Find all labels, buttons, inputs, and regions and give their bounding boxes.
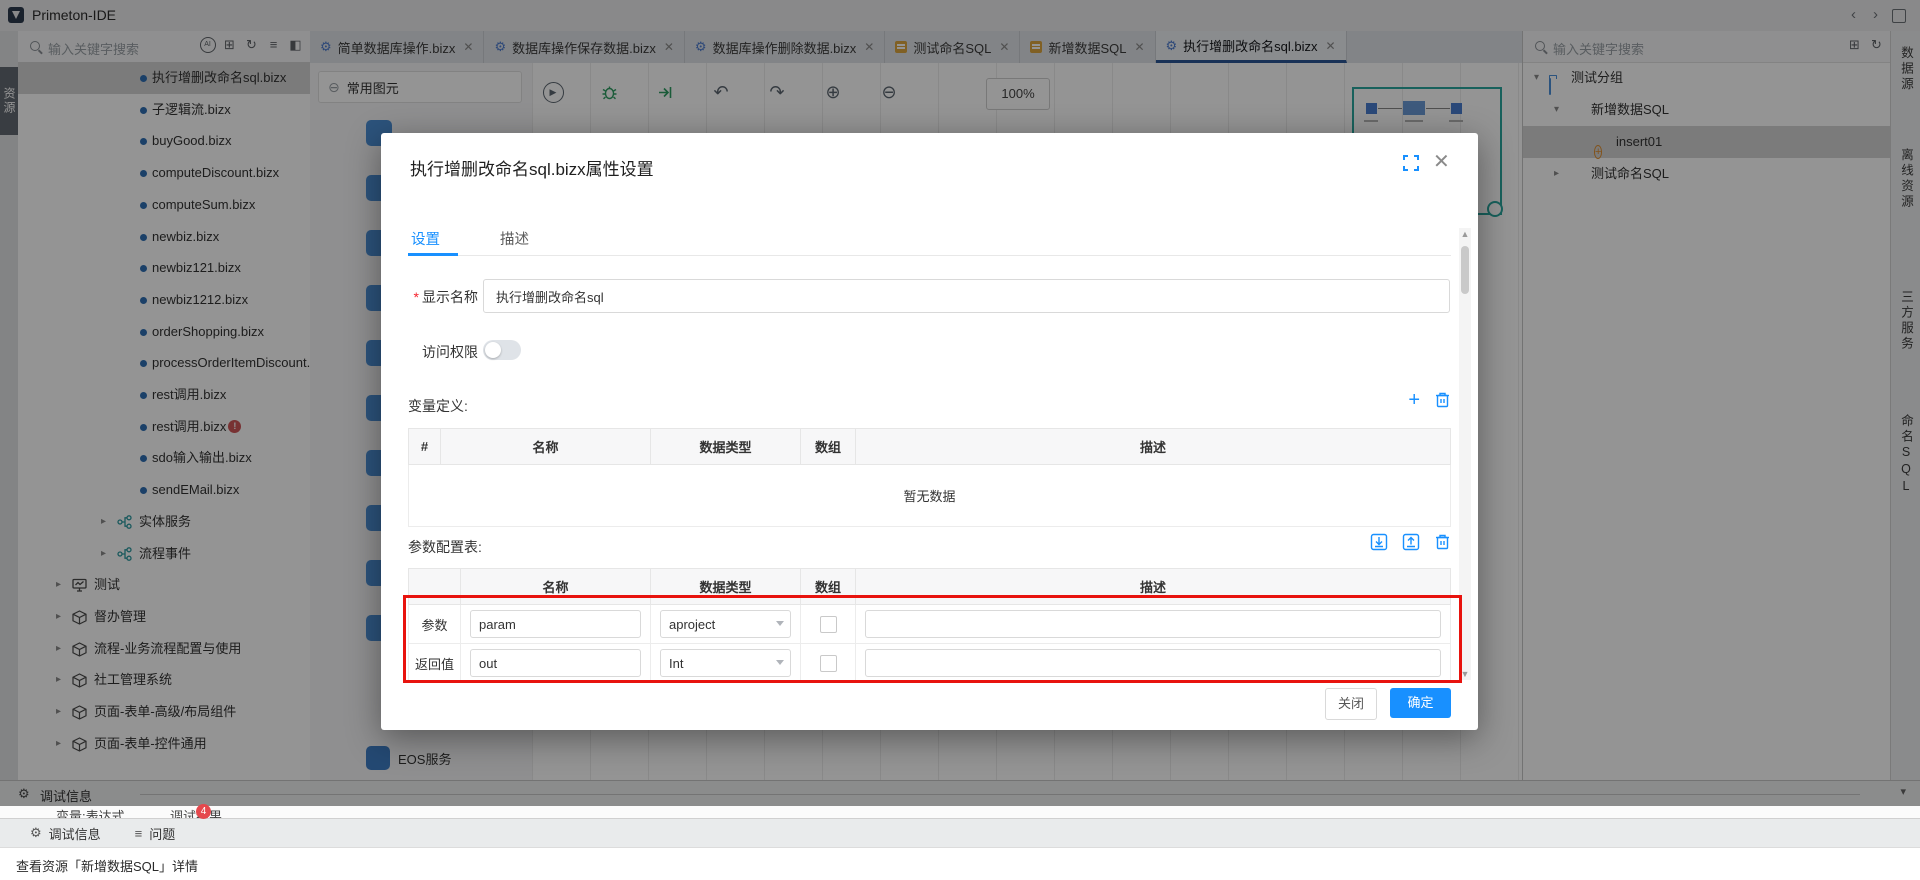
array-checkbox[interactable] [820,655,837,672]
chevron-down-icon [776,660,784,665]
col-name: 名称 [461,569,651,605]
tab-divider [408,255,1451,256]
row-label: 返回值 [409,644,461,683]
scroll-up-icon[interactable]: ▲ [1459,229,1471,239]
access-label: 访问权限 [408,342,478,362]
col-datatype: 数据类型 [651,569,801,605]
row-label: 参数 [409,605,461,644]
properties-dialog: 执行增删改命名sql.bizx属性设置 ✕ 设置 描述 *显示名称 访问权限 变… [381,133,1478,730]
param-type-select[interactable] [660,610,791,638]
access-toggle[interactable] [483,340,521,360]
variable-table: # 名称 数据类型 数组 描述 暂无数据 [408,428,1451,527]
return-name-input[interactable] [470,649,641,677]
primeton-ide-window: Primeton-IDE ‹ › 资源 输入关键字搜索 AI⊞↻≡◧ 执行增删改… [0,0,1920,880]
return-type-select[interactable] [660,649,791,677]
param-row: 参数 [409,605,1451,644]
status-text: 查看资源「新增数据SQL」详情 [16,856,198,875]
bottom-tab-bar: ⚙ 调试信息 ≡ 问题 [0,818,1920,847]
col-name: 名称 [441,429,651,465]
col-description: 描述 [856,569,1451,605]
debug-gear-icon: ⚙ [30,825,42,841]
col-description: 描述 [856,429,1451,465]
required-asterisk: * [414,289,419,305]
return-row: 返回值 [409,644,1451,683]
problems-count-badge: 4 [196,804,211,819]
tab-description[interactable]: 描述 [500,228,529,249]
param-name-input[interactable] [470,610,641,638]
active-tab-underline [408,253,458,256]
display-name-label: *显示名称 [408,287,478,307]
param-desc-input[interactable] [865,610,1441,638]
list-icon: ≡ [135,826,143,841]
param-section-label: 参数配置表: [408,537,482,557]
ok-button[interactable]: 确定 [1390,688,1451,718]
col-array: 数组 [801,569,856,605]
status-bar: 查看资源「新增数据SQL」详情 [0,847,1920,880]
debug-col-variable: 变量;表达式 [56,806,125,818]
trash-icon[interactable] [1434,391,1451,409]
scroll-down-icon[interactable]: ▼ [1459,669,1471,679]
col-array: 数组 [801,429,856,465]
array-checkbox[interactable] [820,616,837,633]
export-icon[interactable] [1402,533,1420,551]
dialog-scrollbar[interactable]: ▲ ▼ [1459,228,1471,680]
tab-debug-info[interactable]: ⚙ 调试信息 [30,824,101,843]
debug-columns-clipped: 变量;表达式 调试结果 [0,806,1920,818]
import-icon[interactable] [1370,533,1388,551]
empty-placeholder: 暂无数据 [409,465,1451,527]
return-desc-input[interactable] [865,649,1441,677]
param-actions [1370,533,1451,551]
fullscreen-icon[interactable] [1403,155,1419,171]
col-hash: # [409,429,441,465]
tab-settings[interactable]: 设置 [411,228,440,249]
param-table: 名称 数据类型 数组 描述 参数 返回值 [408,568,1451,683]
display-name-input[interactable] [483,279,1450,313]
tab-problems[interactable]: ≡ 问题 [135,824,176,843]
variable-section-label: 变量定义: [408,396,468,416]
close-button[interactable]: 关闭 [1325,688,1377,720]
dialog-title: 执行增删改命名sql.bizx属性设置 [410,155,654,180]
chevron-down-icon [776,621,784,626]
add-icon[interactable]: + [1408,391,1420,409]
variable-actions: + [1408,391,1451,409]
scrollbar-thumb[interactable] [1461,246,1469,294]
close-icon[interactable]: ✕ [1433,149,1450,174]
trash-icon[interactable] [1434,533,1451,551]
col-datatype: 数据类型 [651,429,801,465]
